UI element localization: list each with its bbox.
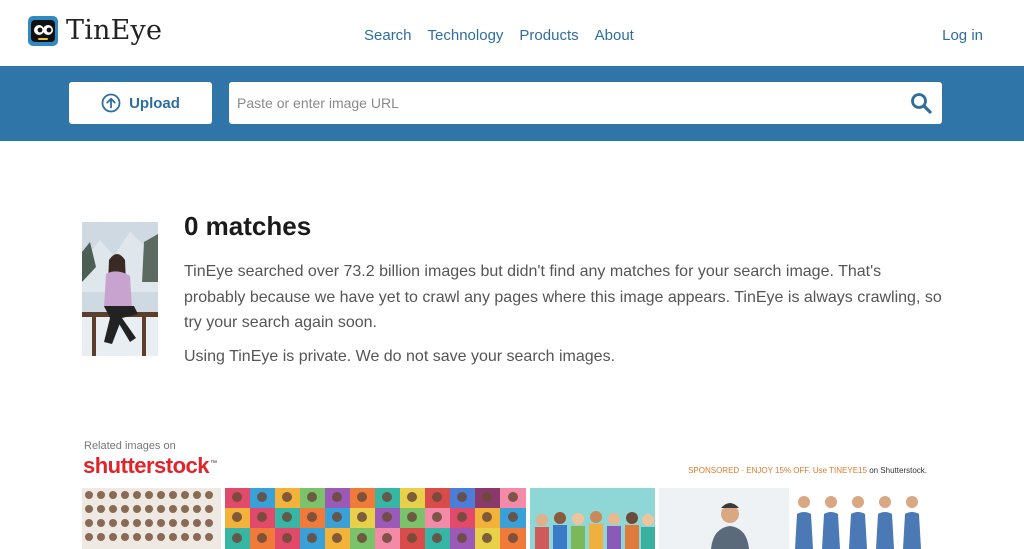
promo-suffix: on Shutterstock.	[869, 466, 927, 475]
brand-name: TinEye	[66, 15, 163, 46]
nav-search[interactable]: Search	[364, 27, 412, 44]
trademark-mark: ™	[210, 459, 217, 467]
stock-image-tile[interactable]	[530, 488, 655, 549]
site-header: TinEye Search Technology Products About …	[0, 0, 1024, 66]
shutterstock-logo[interactable]: shutterstock™	[83, 453, 217, 479]
privacy-note: Using TinEye is private. We do not save …	[184, 348, 616, 365]
tineye-logo[interactable]: TinEye	[27, 15, 162, 47]
stock-image-tile[interactable]	[225, 488, 526, 549]
sponsored-promo: SPONSORED · ENJOY 15% OFF. Use TINEYE15 …	[688, 466, 927, 475]
sponsored-image-strip	[82, 488, 942, 549]
no-match-message: TinEye searched over 73.2 billion images…	[184, 263, 942, 331]
upload-button[interactable]: Upload	[69, 82, 212, 124]
main-nav: Search Technology Products About	[364, 27, 634, 44]
image-url-input[interactable]	[237, 82, 897, 124]
nav-products[interactable]: Products	[519, 27, 578, 44]
arrow-up-circle-icon	[101, 93, 121, 113]
nav-about[interactable]: About	[595, 27, 634, 44]
upload-label: Upload	[129, 94, 180, 112]
stock-image-tile[interactable]	[82, 488, 221, 549]
results-count-heading: 0 matches	[184, 211, 312, 241]
magnifier-icon[interactable]	[909, 91, 933, 115]
related-images-label: Related images on	[84, 440, 176, 452]
promo-code: TINEYE15	[829, 466, 867, 475]
tineye-robot-logo-icon	[28, 16, 58, 46]
sponsored-prefix: SPONSORED · ENJOY 15% OFF. Use	[688, 466, 828, 475]
search-image-thumbnail	[82, 222, 158, 356]
login-link[interactable]: Log in	[942, 27, 983, 44]
search-band: Upload	[0, 66, 1024, 141]
url-search-box	[229, 82, 942, 124]
nav-technology[interactable]: Technology	[428, 27, 504, 44]
shutterstock-wordmark: shutterstock	[83, 453, 210, 478]
stock-image-tile[interactable]	[659, 488, 942, 549]
